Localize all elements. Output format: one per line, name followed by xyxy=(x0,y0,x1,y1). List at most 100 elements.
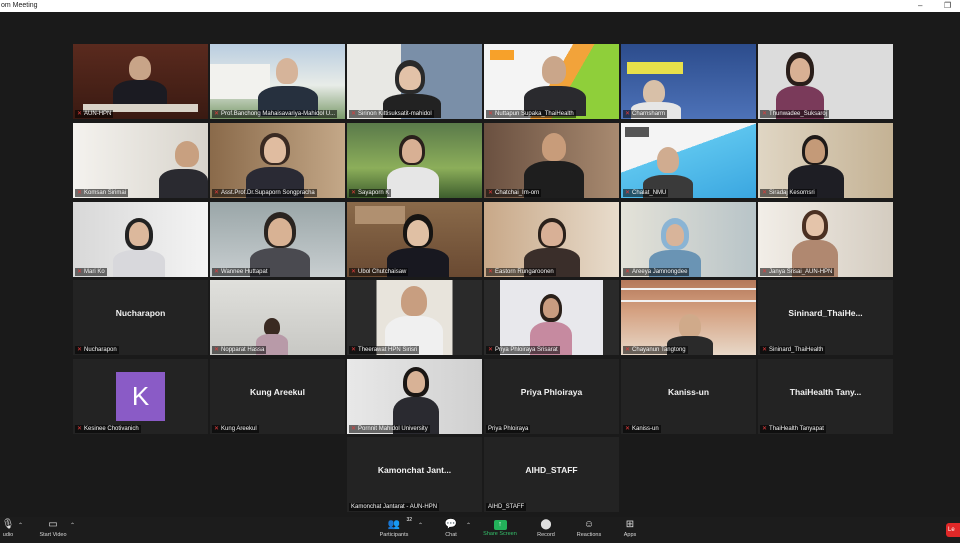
muted-mic-icon: ✕ xyxy=(77,190,83,196)
window-title: om Meeting xyxy=(1,2,38,9)
video-tile[interactable]: ✕ Sirinon Kittisuksatit-mahidol xyxy=(347,44,482,119)
muted-mic-icon: ✕ xyxy=(214,269,220,275)
restore-icon[interactable]: ❐ xyxy=(944,0,951,11)
participant-display-name: Kamonchat Jant... xyxy=(377,465,452,475)
audio-button[interactable]: 🎙 udio xyxy=(0,517,16,543)
video-tile[interactable]: ✕ Theerawat HPN Sirisri xyxy=(347,280,482,355)
muted-mic-icon: ✕ xyxy=(762,426,768,432)
apps-icon: ⊞ xyxy=(625,519,635,530)
video-tile[interactable]: Kaniss-un ✕ Kaniss-un xyxy=(621,359,756,434)
muted-mic-icon: ✕ xyxy=(488,190,494,196)
participant-name: ✕ Kesinee Chotivanich xyxy=(75,425,141,433)
chat-button[interactable]: 💬 Chat xyxy=(438,517,464,543)
video-tile[interactable]: ✕ Chalat_NMU xyxy=(621,123,756,198)
audio-options-chevron-icon[interactable]: ⌃ xyxy=(18,522,23,529)
participant-name: ✕ Chayanun Tangtong xyxy=(623,346,688,354)
video-tile[interactable]: ✕ Siradaj Kesornsri xyxy=(758,123,893,198)
muted-mic-icon: ✕ xyxy=(351,190,357,196)
video-tile[interactable]: Nucharapon ✕ Nucharapon xyxy=(73,280,208,355)
video-feed xyxy=(210,123,345,198)
participant-name: ✕ Chalat_NMU xyxy=(623,189,669,197)
video-tile[interactable]: Kung Areekul ✕ Kung Areekul xyxy=(210,359,345,434)
video-tile[interactable]: ✕ Areeya Jamnongdee xyxy=(621,202,756,277)
participant-name: ✕ Priya Phloiraya Srisarat xyxy=(486,346,560,354)
video-feed xyxy=(758,123,893,198)
muted-mic-icon: ✕ xyxy=(488,347,494,353)
participant-display-name: Kaniss-un xyxy=(667,387,710,397)
chat-options-chevron-icon[interactable]: ⌃ xyxy=(466,522,471,529)
participants-options-chevron-icon[interactable]: ⌃ xyxy=(418,522,423,529)
muted-mic-icon: ✕ xyxy=(77,269,83,275)
video-options-chevron-icon[interactable]: ⌃ xyxy=(70,522,75,529)
participant-name: ✕ Mari Ko xyxy=(75,268,107,276)
video-tile[interactable]: ✕ Pornnit Mahidol University xyxy=(347,359,482,434)
video-tile[interactable]: ✕ Mari Ko xyxy=(73,202,208,277)
participant-name: ✕ Komsan Sirimai xyxy=(75,189,129,197)
participant-name: ✕ Nucharapon xyxy=(75,346,119,354)
participant-name: AIHD_STAFF xyxy=(486,503,527,511)
microphone-icon: 🎙 xyxy=(1,519,15,530)
start-video-button[interactable]: ▭ Start Video xyxy=(34,517,72,543)
video-tile[interactable]: Kamonchat Jant... Kamonchat Jantarat - A… xyxy=(347,437,482,512)
video-feed xyxy=(347,280,482,355)
participant-display-name: AIHD_STAFF xyxy=(525,465,578,475)
record-icon: ⬤ xyxy=(540,519,552,530)
video-tile[interactable]: AIHD_STAFF AIHD_STAFF xyxy=(484,437,619,512)
avatar: K xyxy=(116,372,165,421)
participant-name: ✕ AUN-HPN xyxy=(75,110,114,118)
video-feed xyxy=(347,202,482,277)
participant-name: ✕ Nuttapun Supaka_ThaiHealth xyxy=(486,110,576,118)
leave-button[interactable]: Le xyxy=(946,523,960,537)
video-tile[interactable]: ✕ Charnsharm xyxy=(621,44,756,119)
muted-mic-icon: ✕ xyxy=(625,347,631,353)
video-feed xyxy=(484,44,619,119)
apps-button[interactable]: ⊞ Apps xyxy=(616,517,644,543)
video-feed xyxy=(73,44,208,119)
video-tile[interactable]: ✕ Chatchai_Im-orn xyxy=(484,123,619,198)
video-tile[interactable]: ✕ Ubol Chutchaisaw xyxy=(347,202,482,277)
video-tile[interactable]: ✕ Chayanun Tangtong xyxy=(621,280,756,355)
video-tile[interactable]: ✕ AUN-HPN xyxy=(73,44,208,119)
video-tile[interactable]: Priya Phloiraya Priya Phloiraya xyxy=(484,359,619,434)
video-tile[interactable]: ✕ Thunwadee_Suksaroj xyxy=(758,44,893,119)
minimize-icon[interactable]: – xyxy=(918,0,922,11)
video-feed xyxy=(484,280,619,355)
chat-icon: 💬 xyxy=(444,519,458,530)
participant-name: ✕ Eastorn Rungaroonen xyxy=(486,268,556,276)
video-tile[interactable]: ✕ Komsan Sirimai xyxy=(73,123,208,198)
record-button[interactable]: ⬤ Record xyxy=(530,517,562,543)
share-screen-button[interactable]: ↑ Share Screen xyxy=(480,517,520,543)
participant-name: ✕ Sininard_ThaiHealth xyxy=(760,346,826,354)
video-feed xyxy=(621,44,756,119)
muted-mic-icon: ✕ xyxy=(77,426,83,432)
video-tile[interactable]: ✕ Wannee Huttapat xyxy=(210,202,345,277)
participant-name: ✕ Janya Srisai_AUN-HPN xyxy=(760,268,835,276)
video-tile[interactable]: ✕ Asst.Prof.Dr.Supaporn Songpracha xyxy=(210,123,345,198)
meeting-toolbar: 🎙 udio ⌃ ▭ Start Video ⌃ 👥 Participants … xyxy=(0,517,960,543)
muted-mic-icon: ✕ xyxy=(488,269,494,275)
participant-name: ✕ Asst.Prof.Dr.Supaporn Songpracha xyxy=(212,189,317,197)
video-tile[interactable]: Sininard_ThaiHe... ✕ Sininard_ThaiHealth xyxy=(758,280,893,355)
muted-mic-icon: ✕ xyxy=(214,426,220,432)
video-tile[interactable]: ✕ Prof.Banchong Mahaisavariya-Mahidol U..… xyxy=(210,44,345,119)
video-tile[interactable]: ThaiHealth Tany... ✕ ThaiHealth Tanyapat xyxy=(758,359,893,434)
video-tile[interactable]: ✕ Sayaporn K xyxy=(347,123,482,198)
video-tile[interactable]: ✕ Nopparat Hassa xyxy=(210,280,345,355)
video-feed xyxy=(210,202,345,277)
video-tile[interactable]: ✕ Nuttapun Supaka_ThaiHealth xyxy=(484,44,619,119)
video-tile[interactable]: K ✕ Kesinee Chotivanich xyxy=(73,359,208,434)
muted-mic-icon: ✕ xyxy=(762,190,768,196)
video-feed xyxy=(347,123,482,198)
video-feed xyxy=(758,44,893,119)
participants-button[interactable]: 👥 Participants 32 xyxy=(374,517,414,543)
participant-name: ✕ Ubol Chutchaisaw xyxy=(349,268,409,276)
participant-name: ✕ Prof.Banchong Mahaisavariya-Mahidol U..… xyxy=(212,110,338,118)
video-feed xyxy=(73,123,208,198)
video-tile[interactable]: ✕ Janya Srisai_AUN-HPN xyxy=(758,202,893,277)
muted-mic-icon: ✕ xyxy=(625,269,631,275)
video-tile[interactable]: ✕ Priya Phloiraya Srisarat xyxy=(484,280,619,355)
video-tile[interactable]: ✕ Eastorn Rungaroonen xyxy=(484,202,619,277)
muted-mic-icon: ✕ xyxy=(625,190,631,196)
participant-name: ✕ Theerawat HPN Sirisri xyxy=(349,346,420,354)
reactions-button[interactable]: ☺ Reactions xyxy=(572,517,606,543)
